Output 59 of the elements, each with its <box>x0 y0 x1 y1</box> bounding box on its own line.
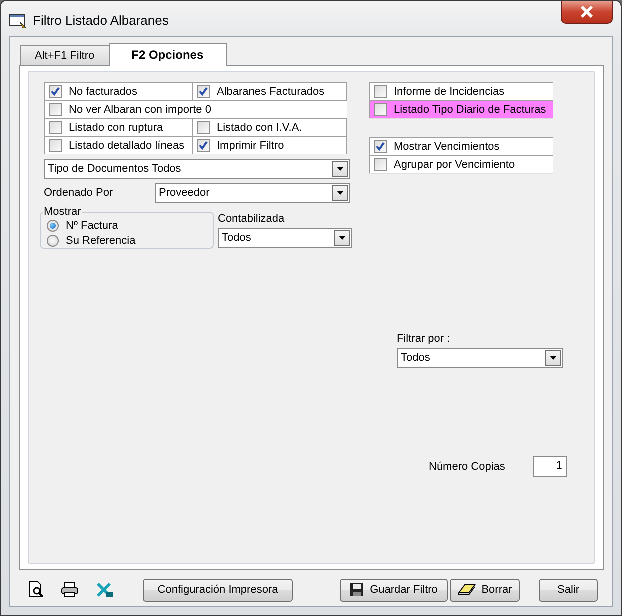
option-label: No facturados <box>69 86 138 98</box>
copies-label: Número Copias <box>429 460 506 472</box>
dropdown-button[interactable] <box>334 230 350 246</box>
tab[interactable]: Alt+F1 Filtro <box>20 45 110 65</box>
printer-icon[interactable] <box>61 582 79 598</box>
checkbox[interactable] <box>374 103 387 116</box>
option-label: Listado detallado líneas <box>69 140 185 152</box>
option-label: Nº Factura <box>66 220 118 232</box>
button[interactable]: Configuración Impresora <box>143 578 293 602</box>
checkbox[interactable] <box>197 139 210 152</box>
accounted-label: Contabilizada <box>218 213 286 225</box>
checkbox[interactable] <box>49 139 62 152</box>
checkbox[interactable] <box>197 85 210 98</box>
button[interactable]: Borrar <box>450 578 520 602</box>
copies-field[interactable]: 1 <box>533 456 568 477</box>
spreadsheet-icon[interactable] <box>96 582 114 598</box>
group-label: Mostrar <box>43 206 82 218</box>
checkbox[interactable] <box>49 121 62 134</box>
caret-icon <box>336 191 344 195</box>
option-label: Informe de Incidencias <box>394 86 505 98</box>
button[interactable]: Guardar Filtro <box>340 578 448 602</box>
option-label: Su Referencia <box>66 234 136 246</box>
dropdown-button[interactable] <box>545 350 561 366</box>
document-type-dropdown[interactable]: Tipo de Documentos Todos <box>44 159 350 179</box>
checkbox[interactable] <box>374 158 387 171</box>
window-icon <box>9 12 27 28</box>
highlighted-option-label: Listado Tipo Diario de Facturas <box>394 104 546 116</box>
save-icon <box>350 583 364 597</box>
eraser-icon <box>458 584 476 596</box>
checkbox[interactable] <box>374 140 387 153</box>
checkbox[interactable] <box>49 103 62 116</box>
sort-dropdown[interactable]: Proveedor <box>155 183 350 203</box>
option-label: Albaranes Facturados <box>217 86 325 98</box>
tab[interactable]: F2 Opciones <box>108 43 227 66</box>
dropdown-button[interactable] <box>332 161 348 177</box>
option-label: Listado con ruptura <box>69 122 164 134</box>
radio-button[interactable] <box>47 220 59 232</box>
filter-label: Filtrar por : <box>397 333 452 345</box>
caret-icon <box>336 167 344 171</box>
option-label: Mostrar Vencimientos <box>394 140 500 152</box>
checkbox[interactable] <box>49 85 62 98</box>
preview-icon[interactable] <box>29 581 46 599</box>
close-button[interactable] <box>561 1 613 24</box>
filter-dropdown[interactable]: Todos <box>397 348 563 368</box>
close-icon <box>580 6 594 18</box>
caret-icon <box>550 356 556 360</box>
radio-button[interactable] <box>47 234 59 246</box>
caret-icon <box>338 236 346 240</box>
window-title: Filtro Listado Albaranes <box>33 13 169 28</box>
option-label: Agrupar por Vencimiento <box>394 158 516 170</box>
checkbox[interactable] <box>197 121 210 134</box>
button[interactable]: Salir <box>539 578 598 602</box>
option-label: Imprimir Filtro <box>217 140 284 152</box>
option-label: Listado con I.V.A. <box>217 122 302 134</box>
accounted-dropdown[interactable]: Todos <box>218 228 352 248</box>
checkbox[interactable] <box>374 85 387 98</box>
option-label: No ver Albaran con importe 0 <box>69 104 212 116</box>
dropdown-button[interactable] <box>332 185 348 201</box>
sort-label: Ordenado Por <box>44 187 114 199</box>
